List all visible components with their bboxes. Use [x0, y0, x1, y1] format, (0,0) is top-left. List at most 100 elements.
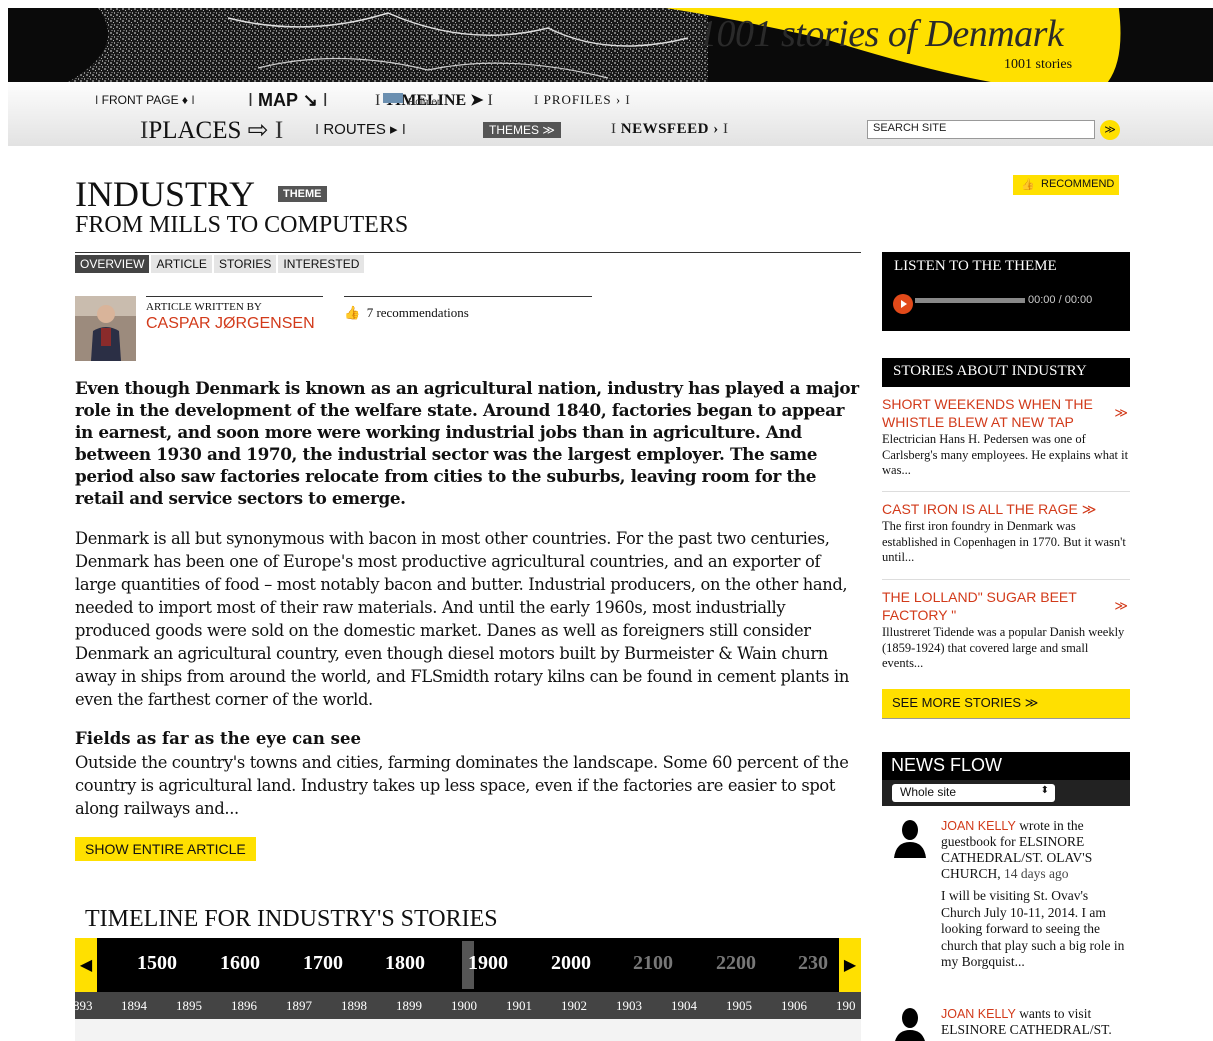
timeline-prev-button[interactable]: ◀ — [75, 938, 97, 992]
timeline-year[interactable]: 1902 — [561, 998, 587, 1014]
timeline-century[interactable]: 2200 — [716, 952, 756, 975]
timeline-year[interactable]: 1896 — [231, 998, 257, 1014]
divider — [882, 579, 1130, 580]
news-user-link[interactable]: JOAN KELLY — [941, 819, 1016, 833]
story-description: Illustreret Tidende was a popular Danish… — [882, 625, 1125, 670]
timeline-century[interactable]: 1600 — [220, 952, 260, 975]
timeline-century[interactable]: 1500 — [137, 952, 177, 975]
audio-progress-bar[interactable] — [915, 298, 1025, 303]
play-icon[interactable] — [893, 294, 913, 314]
timeline-year[interactable]: 1901 — [506, 998, 532, 1014]
audio-player: LISTEN TO THE THEME 00:00 / 00:00 — [882, 252, 1130, 331]
timeline-year[interactable]: 893 — [75, 998, 93, 1014]
main-navigation: I FRONT PAGE ♦ I I MAP ↘ I I TIMELINE ➤ … — [8, 82, 1213, 146]
site-header: 1001 stories of Denmark 1001 stories I F… — [8, 0, 1213, 146]
audio-player-title: LISTEN TO THE THEME — [894, 258, 1057, 274]
news-text: JOAN KELLY wants to visit ELSINORE CATHE… — [941, 1006, 1129, 1041]
story-title-link[interactable]: THE LOLLAND" SUGAR BEET FACTORY " — [882, 588, 1087, 624]
nav-map[interactable]: I MAP ↘ I — [248, 90, 328, 111]
timeline-story-marker-icon[interactable] — [383, 93, 403, 103]
recommend-button[interactable]: 👍 RECOMMEND — [1013, 175, 1119, 195]
nav-profiles[interactable]: I PROFILES › I — [534, 92, 631, 108]
section-heading: Fields as far as the eye can see — [75, 729, 361, 748]
page-title: INDUSTRY — [75, 174, 256, 214]
divider — [75, 252, 861, 253]
timeline-year[interactable]: 1904 — [671, 998, 697, 1014]
site-title[interactable]: 1001 stories of Denmark — [698, 12, 1064, 56]
timeline-year[interactable]: 1900 — [451, 998, 477, 1014]
news-flow-title: NEWS FLOW — [882, 752, 1130, 780]
story-item[interactable]: THE LOLLAND" SUGAR BEET FACTORY " ≫ Illu… — [882, 588, 1130, 672]
search-go-button[interactable]: ≫ — [1100, 120, 1120, 140]
article-paragraph: Denmark is all but synonymous with bacon… — [75, 529, 849, 709]
news-user-link[interactable]: JOAN KELLY — [941, 1007, 1016, 1021]
nav-places[interactable]: IPLACES ⇨ I — [140, 115, 283, 145]
timeline-year-bar[interactable]: 893 1894 1895 1896 1897 1898 1899 1900 1… — [75, 992, 861, 1019]
timeline-century[interactable]: 230 — [798, 952, 828, 975]
author-avatar[interactable] — [75, 296, 136, 361]
news-message: I will be visiting St. Ovav's Church Jul… — [941, 888, 1125, 969]
stories-panel: STORIES ABOUT INDUSTRY SHORT WEEKENDS WH… — [882, 358, 1130, 670]
timeline-century[interactable]: 2100 — [633, 952, 673, 975]
thumbs-up-icon: 👍 — [344, 305, 361, 320]
timeline-year[interactable]: 1898 — [341, 998, 367, 1014]
author-name-link[interactable]: CASPAR JØRGENSEN — [146, 315, 315, 333]
divider — [146, 296, 323, 297]
search-input[interactable]: SEARCH SITE — [867, 120, 1095, 139]
select-arrows-icon: ⬍ — [1040, 785, 1049, 796]
timeline-next-button[interactable]: ▶ — [839, 938, 861, 992]
divider — [344, 296, 592, 297]
audio-time: 00:00 / 00:00 — [1028, 294, 1093, 306]
timeline-widget[interactable]: 1500 1600 1700 1800 1900 2000 2100 2200 … — [75, 938, 861, 1041]
author-caption: ARTICLE WRITTEN BY — [146, 301, 262, 313]
timeline-century-bar[interactable]: 1500 1600 1700 1800 1900 2000 2100 2200 … — [75, 938, 861, 992]
nav-themes[interactable]: THEMES ≫ — [483, 122, 561, 138]
timeline-year[interactable]: 1897 — [286, 998, 312, 1014]
site-subtitle[interactable]: 1001 stories — [1004, 57, 1072, 73]
article-paragraph: Outside the country's towns and cities, … — [75, 753, 849, 818]
timeline-year[interactable]: 190 — [836, 998, 856, 1014]
nav-front-page[interactable]: I FRONT PAGE ♦ I — [95, 93, 195, 107]
timeline-century[interactable]: 1700 — [303, 952, 343, 975]
timeline-century[interactable]: 1800 — [385, 952, 425, 975]
timeline-story-label[interactable]: Holmen — [408, 97, 442, 108]
show-entire-article-button[interactable]: SHOW ENTIRE ARTICLE — [75, 837, 256, 861]
timeline-heading: TIMELINE FOR INDUSTRY'S STORIES — [85, 906, 498, 932]
page-subtitle: FROM MILLS TO COMPUTERS — [75, 212, 409, 238]
timeline-year[interactable]: 1899 — [396, 998, 422, 1014]
story-item[interactable]: SHORT WEEKENDS WHEN THE WHISTLE BLEW AT … — [882, 395, 1130, 479]
story-title-link[interactable]: CAST IRON IS ALL THE RAGE ≫ — [882, 500, 1102, 518]
tab-interested[interactable]: INTERESTED — [278, 255, 365, 273]
timeline-year[interactable]: 1905 — [726, 998, 752, 1014]
user-silhouette-icon[interactable] — [892, 818, 928, 858]
user-silhouette-icon[interactable] — [892, 1006, 928, 1041]
story-title-link[interactable]: SHORT WEEKENDS WHEN THE WHISTLE BLEW AT … — [882, 395, 1102, 431]
chevron-right-icon[interactable]: ≫ — [1114, 405, 1128, 421]
news-timestamp: 14 days ago — [1004, 866, 1069, 881]
tab-overview[interactable]: OVERVIEW — [75, 255, 150, 273]
recommend-button-label: RECOMMEND — [1041, 178, 1115, 190]
stories-panel-title: STORIES ABOUT INDUSTRY — [882, 358, 1130, 387]
nav-routes[interactable]: I ROUTES ▸ I — [315, 120, 406, 138]
timeline-year[interactable]: 1906 — [781, 998, 807, 1014]
story-item[interactable]: CAST IRON IS ALL THE RAGE ≫ The first ir… — [882, 500, 1130, 566]
see-more-stories-button[interactable]: SEE MORE STORIES ≫ — [882, 689, 1130, 719]
timeline-year[interactable]: 1903 — [616, 998, 642, 1014]
nav-newsfeed[interactable]: I NEWSFEED › I — [611, 121, 728, 138]
timeline-century[interactable]: 2000 — [551, 952, 591, 975]
timeline-year[interactable]: 1895 — [176, 998, 202, 1014]
news-flow-panel: NEWS FLOW Whole site ⬍ JOAN KELLY wrote … — [882, 752, 1130, 1041]
news-flow-filter-select[interactable]: Whole site ⬍ — [892, 784, 1055, 802]
story-description: Electrician Hans H. Pedersen was one of … — [882, 432, 1129, 477]
chevron-right-icon[interactable]: ≫ — [1114, 598, 1128, 614]
recommendation-count-text: 7 recommendations — [366, 305, 469, 320]
tab-article[interactable]: ARTICLE — [151, 255, 212, 273]
timeline-story-track — [75, 1019, 861, 1041]
news-text: JOAN KELLY wrote in the guestbook for EL… — [941, 818, 1129, 971]
recommendation-count: 👍 7 recommendations — [344, 305, 469, 321]
divider — [882, 491, 1130, 492]
tab-stories[interactable]: STORIES — [213, 255, 277, 273]
timeline-century[interactable]: 1900 — [468, 952, 508, 975]
article-tabs: OVERVIEW ARTICLE STORIES INTERESTED — [75, 255, 366, 273]
timeline-year[interactable]: 1894 — [121, 998, 147, 1014]
